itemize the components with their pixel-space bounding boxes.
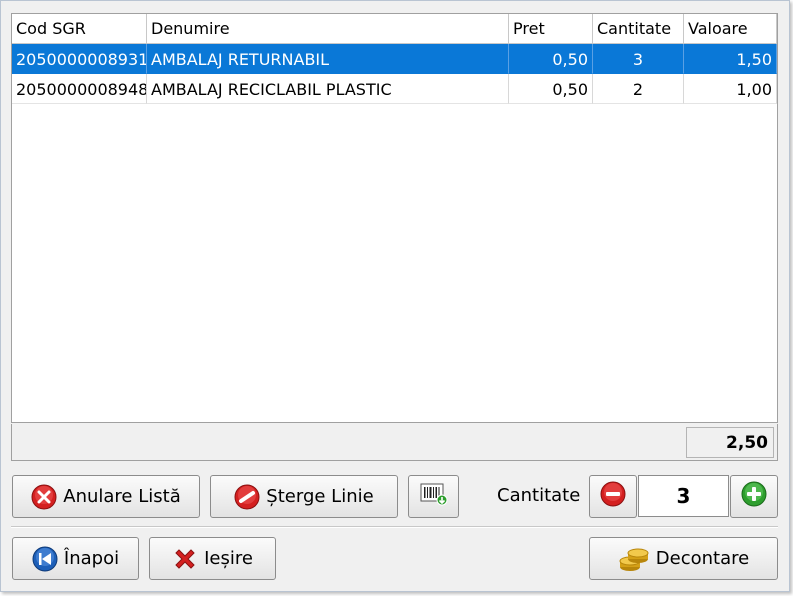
cell-denumire: AMBALAJ RETURNABIL bbox=[147, 44, 509, 74]
coins-icon bbox=[618, 545, 650, 573]
iesire-label: Ieșire bbox=[204, 548, 253, 569]
decontare-label: Decontare bbox=[655, 548, 750, 569]
anulare-lista-label: Anulare Listă bbox=[63, 486, 181, 507]
quantity-input[interactable]: 3 bbox=[638, 475, 729, 517]
inapoi-label: Înapoi bbox=[63, 548, 120, 569]
cell-cod: 2050000008948 bbox=[12, 74, 147, 104]
cell-cantitate: 2 bbox=[593, 74, 684, 104]
total-bar: 2,50 bbox=[11, 424, 778, 461]
cell-cod: 2050000008931 bbox=[12, 44, 147, 74]
plus-icon bbox=[741, 481, 767, 512]
no-entry-icon bbox=[234, 484, 260, 510]
grid-header: Cod SGR Denumire Pret Cantitate Valoare bbox=[12, 14, 777, 44]
cell-pret: 0,50 bbox=[509, 44, 593, 74]
cell-pret: 0,50 bbox=[509, 74, 593, 104]
barcode-icon bbox=[420, 482, 448, 511]
column-header-cantitate[interactable]: Cantitate bbox=[593, 14, 684, 43]
close-icon bbox=[172, 546, 198, 572]
cancel-icon bbox=[31, 484, 57, 510]
table-row[interactable]: 2050000008948 AMBALAJ RECICLABIL PLASTIC… bbox=[12, 74, 777, 104]
column-header-pret[interactable]: Pret bbox=[509, 14, 593, 43]
increase-quantity-button[interactable] bbox=[730, 475, 778, 518]
cell-valoare: 1,50 bbox=[684, 44, 777, 74]
decrease-quantity-button[interactable] bbox=[589, 475, 637, 518]
quantity-label: Cantitate bbox=[497, 485, 581, 506]
back-icon bbox=[32, 546, 58, 572]
items-grid[interactable]: Cod SGR Denumire Pret Cantitate Valoare … bbox=[11, 13, 778, 423]
minus-icon bbox=[600, 481, 626, 512]
cell-cantitate: 3 bbox=[593, 44, 684, 74]
sterge-linie-label: Șterge Linie bbox=[266, 486, 374, 507]
column-header-valoare[interactable]: Valoare bbox=[684, 14, 777, 43]
inapoi-button[interactable]: Înapoi bbox=[12, 537, 139, 580]
cell-denumire: AMBALAJ RECICLABIL PLASTIC bbox=[147, 74, 509, 104]
total-value: 2,50 bbox=[686, 427, 774, 458]
cell-valoare: 1,00 bbox=[684, 74, 777, 104]
column-header-denumire[interactable]: Denumire bbox=[147, 14, 509, 43]
anulare-lista-button[interactable]: Anulare Listă bbox=[12, 475, 200, 518]
sgr-window: Cod SGR Denumire Pret Cantitate Valoare … bbox=[0, 0, 790, 592]
sterge-linie-button[interactable]: Șterge Linie bbox=[210, 475, 398, 518]
iesire-button[interactable]: Ieșire bbox=[149, 537, 276, 580]
barcode-button[interactable] bbox=[408, 475, 459, 518]
table-row[interactable]: 2050000008931 AMBALAJ RETURNABIL 0,50 3 … bbox=[12, 44, 777, 74]
decontare-button[interactable]: Decontare bbox=[589, 537, 778, 580]
divider bbox=[11, 526, 778, 528]
column-header-cod[interactable]: Cod SGR bbox=[12, 14, 147, 43]
